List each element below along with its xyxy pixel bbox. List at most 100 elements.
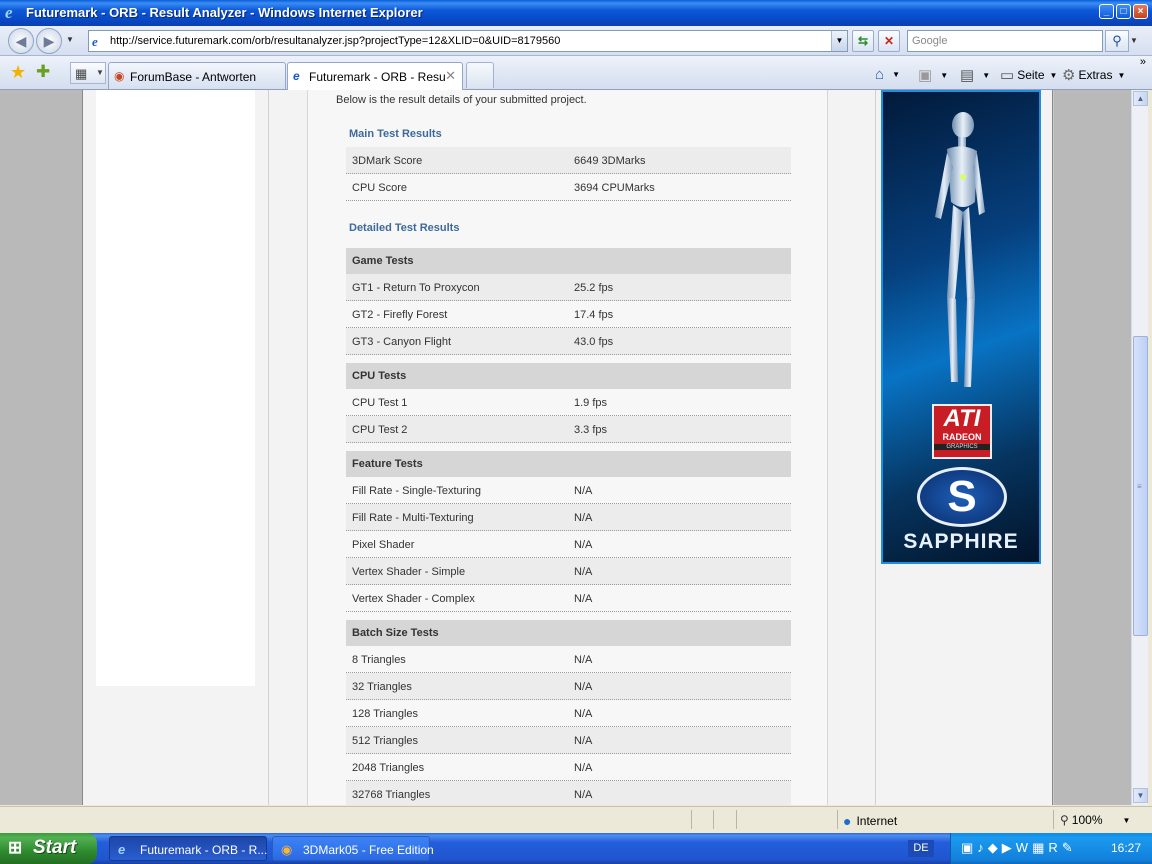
back-button[interactable]: ◀	[8, 28, 34, 54]
add-favorite-icon[interactable]: ✚	[36, 62, 50, 82]
ie-page-icon: e	[293, 69, 300, 83]
page-viewport: Below is the result details of your subm…	[0, 90, 1131, 805]
tray-app-icon[interactable]: ✎	[1062, 840, 1073, 856]
refresh-button[interactable]: ⇆	[852, 30, 874, 52]
tools-menu[interactable]: ⚙ Extras ▼	[1062, 66, 1125, 84]
status-separator	[736, 810, 737, 829]
page-menu[interactable]: ▭ Seite ▼	[1000, 66, 1057, 84]
search-input[interactable]: Google	[907, 30, 1103, 52]
row-value: 3694 CPUMarks	[574, 182, 655, 194]
tray-app-icon[interactable]: ◆	[988, 840, 998, 856]
page-gutter-left	[0, 90, 82, 805]
start-label: Start	[33, 837, 77, 858]
forward-button[interactable]: ▶	[36, 28, 62, 54]
feed-icon: ▣	[918, 67, 933, 84]
maximize-button[interactable]: □	[1116, 4, 1131, 19]
volume-icon[interactable]: ♪	[977, 840, 984, 856]
stop-button[interactable]: ✕	[878, 30, 900, 52]
history-dropdown-icon[interactable]: ▼	[66, 35, 76, 45]
row-value: 25.2 fps	[574, 282, 614, 294]
taskbar-item-label: Futuremark - ORB - R...	[140, 843, 268, 857]
tab-bar: ★ ✚ ▦ ▼ ◉ ForumBase - Antworten e Future…	[0, 56, 1152, 90]
row-label: GT1 - Return To Proxycon	[352, 282, 480, 294]
minimize-button[interactable]: _	[1099, 4, 1114, 19]
status-separator	[691, 810, 692, 829]
row-label: CPU Score	[352, 182, 408, 194]
group-header: Batch Size Tests	[346, 620, 791, 646]
tools-dropdown-icon: ▼	[1117, 70, 1126, 80]
tab-list-dropdown-icon[interactable]: ▼	[96, 68, 104, 77]
table-row: 32768 Triangles N/A	[346, 781, 791, 805]
taskbar-item-ie[interactable]: e Futuremark - ORB - R...	[109, 836, 267, 861]
print-button[interactable]: ▤ ▼	[960, 66, 990, 84]
feeds-button[interactable]: ▣ ▼	[918, 66, 948, 84]
scroll-down-icon[interactable]: ▼	[1133, 788, 1148, 803]
favorites-star-icon[interactable]: ★	[10, 62, 26, 83]
magnifier-icon: ⚲	[1060, 813, 1069, 827]
ati-radeon-logo: ATI RADEON GRAPHICS	[932, 404, 992, 459]
search-placeholder: Google	[912, 35, 948, 47]
row-label: Fill Rate - Multi-Texturing	[352, 512, 474, 524]
start-button[interactable]: ⊞ Start	[0, 833, 97, 864]
row-label: CPU Test 2	[352, 424, 408, 436]
close-button[interactable]: ×	[1133, 4, 1148, 19]
address-toolbar: ◀ ▶ ▼ e http://service.futuremark.com/or…	[0, 26, 1152, 56]
vertical-scrollbar[interactable]: ▲ ≡ ▼	[1131, 90, 1148, 805]
tools-menu-label: Extras	[1078, 68, 1113, 82]
row-label: 32768 Triangles	[352, 789, 431, 801]
row-value: 17.4 fps	[574, 309, 614, 321]
tab-label: ForumBase - Antworten	[130, 70, 257, 84]
row-value: 3.3 fps	[574, 424, 608, 436]
tray-app-icon[interactable]: ▦	[1032, 840, 1044, 856]
3dmark-icon: ◉	[281, 842, 293, 857]
group-header: Feature Tests	[346, 451, 791, 477]
group-title: Batch Size Tests	[352, 627, 439, 639]
home-button[interactable]: ⌂ ▼	[875, 66, 900, 83]
page-gutter-right	[1054, 90, 1131, 805]
scroll-thumb[interactable]: ≡	[1133, 336, 1148, 636]
search-icon[interactable]: ⚲	[1105, 30, 1129, 52]
close-tab-icon[interactable]: ✕	[445, 68, 456, 84]
new-tab-button[interactable]	[466, 62, 494, 88]
quick-tabs-button[interactable]: ▦ ▼	[70, 62, 106, 84]
row-value: N/A	[574, 735, 593, 747]
table-row: Pixel Shader N/A	[346, 531, 791, 558]
security-zone[interactable]: ● Internet	[843, 813, 897, 829]
zoom-control[interactable]: ⚲ 100% ▼	[1060, 813, 1130, 827]
row-value: N/A	[574, 566, 593, 578]
taskbar-item-3dmark[interactable]: ◉ 3DMark05 - Free Edition	[272, 836, 434, 861]
table-row: GT3 - Canyon Flight 43.0 fps	[346, 328, 791, 355]
address-url: http://service.futuremark.com/orb/result…	[110, 35, 561, 47]
scroll-up-icon[interactable]: ▲	[1133, 91, 1148, 106]
window-controls: _ □ ×	[1099, 4, 1148, 19]
tray-app-icon[interactable]: R	[1048, 840, 1057, 856]
row-label: Pixel Shader	[352, 539, 415, 551]
sapphire-ati-banner-ad[interactable]: ATI RADEON GRAPHICS S SAPPHIRE	[881, 90, 1041, 564]
ie-icon: e	[118, 842, 126, 857]
network-icon[interactable]: ▣	[961, 840, 973, 856]
table-row: 128 Triangles N/A	[346, 700, 791, 727]
tab-futuremark[interactable]: e Futuremark - ORB - Resul... ✕	[287, 62, 463, 90]
tray-app-icon[interactable]: ▶	[1002, 840, 1012, 856]
address-dropdown-icon[interactable]: ▼	[831, 31, 847, 51]
search-options-icon[interactable]: ▼	[1130, 36, 1138, 45]
language-indicator[interactable]: DE	[908, 840, 934, 857]
status-bar: ● Internet ⚲ 100% ▼	[0, 806, 1152, 832]
row-value: N/A	[574, 681, 593, 693]
row-label: 8 Triangles	[352, 654, 406, 666]
table-row: 2048 Triangles N/A	[346, 754, 791, 781]
zoom-dropdown-icon[interactable]: ▼	[1123, 816, 1131, 825]
table-row: Fill Rate - Multi-Texturing N/A	[346, 504, 791, 531]
address-field[interactable]: e http://service.futuremark.com/orb/resu…	[88, 30, 848, 52]
window-title-bar[interactable]: e Futuremark - ORB - Result Analyzer - W…	[0, 0, 1152, 26]
home-dropdown-icon[interactable]: ▼	[892, 70, 900, 79]
feeds-dropdown-icon[interactable]: ▼	[940, 71, 948, 80]
row-label: GT2 - Firefly Forest	[352, 309, 448, 321]
quick-tabs-icon: ▦	[75, 66, 88, 81]
result-panel: Below is the result details of your subm…	[307, 90, 828, 805]
toolbar-overflow-icon[interactable]: »	[1140, 56, 1146, 68]
tab-forumbase[interactable]: ◉ ForumBase - Antworten	[108, 62, 286, 89]
tray-app-icon[interactable]: W	[1016, 840, 1028, 856]
row-value: N/A	[574, 539, 593, 551]
print-dropdown-icon[interactable]: ▼	[982, 71, 990, 80]
